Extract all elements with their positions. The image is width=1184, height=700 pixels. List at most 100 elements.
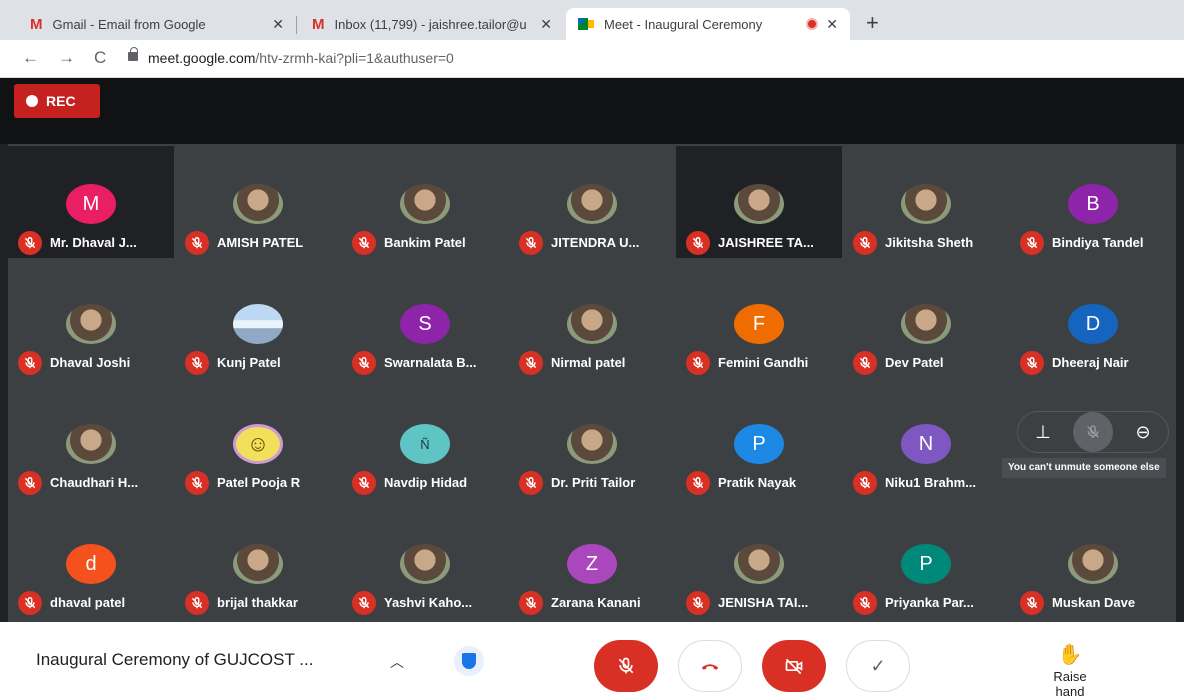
muted-mic-icon — [352, 231, 376, 255]
participant-tile[interactable]: d dhaval patel — [8, 506, 174, 618]
participant-tile[interactable]: Dr. Priti Tailor — [509, 386, 675, 498]
camera-toggle-button[interactable] — [762, 640, 826, 692]
muted-mic-icon — [853, 231, 877, 255]
participant-tile[interactable]: Yashvi Kaho... — [342, 506, 508, 618]
new-tab-button[interactable]: + — [866, 10, 879, 36]
participant-name: Jikitsha Sheth — [885, 235, 974, 250]
muted-mic-icon — [686, 591, 710, 615]
muted-mic-icon — [352, 591, 376, 615]
participant-tile[interactable]: Ñ Navdip Hidad — [342, 386, 508, 498]
present-button[interactable]: ✓ — [846, 640, 910, 692]
pin-icon[interactable]: ⊥ — [1023, 412, 1063, 452]
tab-meet[interactable]: Meet - Inaugural Ceremony ✕ — [566, 8, 850, 40]
muted-mic-icon — [185, 591, 209, 615]
meeting-title[interactable]: Inaugural Ceremony of GUJCOST ... — [36, 650, 313, 670]
bottom-bar: Inaugural Ceremony of GUJCOST ... ︿ ✓ ✋ … — [0, 622, 1184, 700]
close-tab-icon[interactable]: ✕ — [826, 16, 838, 33]
muted-mic-icon — [352, 471, 376, 495]
avatar — [567, 424, 617, 464]
participant-name: Kunj Patel — [217, 355, 281, 370]
participant-tile[interactable]: brijal thakkar — [175, 506, 341, 618]
remove-participant-icon[interactable]: ⊖ — [1123, 412, 1163, 452]
avatar — [233, 304, 283, 344]
mic-toggle-button[interactable] — [594, 640, 658, 692]
participant-tile[interactable]: Bankim Patel — [342, 146, 508, 258]
avatar: M — [66, 184, 116, 224]
participant-name: Dev Patel — [885, 355, 944, 370]
participant-tile[interactable]: F Femini Gandhi — [676, 266, 842, 378]
participant-tile[interactable]: AMISH PATEL — [175, 146, 341, 258]
raise-hand-button[interactable]: ✋ Raise hand — [1038, 642, 1102, 699]
avatar: Ñ — [400, 424, 450, 464]
participant-name: AMISH PATEL — [217, 235, 304, 250]
host-controls-icon[interactable] — [454, 646, 484, 676]
participant-tile[interactable]: S Swarnalata B... — [342, 266, 508, 378]
participant-name: Priyanka Par... — [885, 595, 974, 610]
record-dot-icon — [26, 95, 38, 107]
participant-tile[interactable]: Chaudhari H... — [8, 386, 174, 498]
participant-tile[interactable]: P Pratik Nayak — [676, 386, 842, 498]
participant-name: Zarana Kanani — [551, 595, 641, 610]
participant-tile[interactable]: M Mr. Dhaval J... — [8, 146, 174, 258]
participant-tile[interactable]: JAISHREE TA... — [676, 146, 842, 258]
participant-tile[interactable]: Z Zarana Kanani — [509, 506, 675, 618]
participant-tile[interactable]: JENISHA TAI... — [676, 506, 842, 618]
avatar — [901, 184, 951, 224]
muted-mic-icon — [519, 351, 543, 375]
mic-off-icon — [618, 657, 634, 674]
participant-grid: M Mr. Dhaval J... AMISH PATEL Bankim Patel J… — [8, 144, 1176, 622]
avatar: S — [400, 304, 450, 344]
participant-tile[interactable]: JITENDRA U... — [509, 146, 675, 258]
muted-mic-icon — [1020, 591, 1044, 615]
participant-name: Niku1 Brahm... — [885, 475, 977, 490]
tab-gmail[interactable]: M Gmail - Email from Google ✕ — [18, 8, 296, 40]
participant-tile[interactable]: Nirmal patel — [509, 266, 675, 378]
avatar: D — [1068, 304, 1118, 344]
muted-mic-icon — [519, 231, 543, 255]
forward-arrow-icon[interactable]: → — [58, 48, 75, 68]
mic-off-icon[interactable] — [1073, 412, 1113, 452]
muted-mic-icon — [853, 591, 877, 615]
close-tab-icon[interactable]: ✕ — [272, 16, 284, 33]
participant-tile[interactable]: Muskan Dave — [1010, 506, 1176, 618]
avatar — [901, 304, 951, 344]
avatar: ☺ — [233, 424, 283, 464]
participant-tile[interactable]: N Niku1 Brahm... — [843, 386, 1009, 498]
avatar — [567, 304, 617, 344]
lock-icon — [128, 47, 138, 61]
avatar — [567, 184, 617, 224]
muted-mic-icon — [1020, 231, 1044, 255]
participant-name: Navdip Hidad — [384, 475, 468, 490]
avatar: B — [1068, 184, 1118, 224]
participant-tile[interactable]: Jikitsha Sheth — [843, 146, 1009, 258]
participant-name: Dheeraj Nair — [1052, 355, 1129, 370]
muted-mic-icon — [18, 351, 42, 375]
meet-icon — [578, 18, 594, 30]
participant-tile[interactable]: ☺ Patel Pooja R — [175, 386, 341, 498]
participant-name: Mr. Dhaval J... — [50, 235, 137, 250]
browser-tab-bar: M Gmail - Email from Google ✕ M Inbox (1… — [0, 0, 1184, 40]
muted-mic-icon — [1020, 351, 1044, 375]
gmail-icon: M — [30, 15, 43, 33]
participant-tile[interactable]: P Priyanka Par... — [843, 506, 1009, 618]
avatar — [734, 184, 784, 224]
participant-tile[interactable]: Kunj Patel — [175, 266, 341, 378]
leave-call-button[interactable] — [678, 640, 742, 692]
back-arrow-icon[interactable]: ← — [22, 48, 39, 68]
participant-name: Yashvi Kaho... — [384, 595, 473, 610]
chevron-up-icon[interactable]: ︿ — [390, 652, 404, 672]
participant-tile[interactable]: Dev Patel — [843, 266, 1009, 378]
muted-mic-icon — [686, 471, 710, 495]
avatar — [66, 304, 116, 344]
participant-tile[interactable]: B Bindiya Tandel — [1010, 146, 1176, 258]
participant-name: Pratik Nayak — [718, 475, 797, 490]
muted-mic-icon — [18, 591, 42, 615]
tab-inbox[interactable]: M Inbox (11,799) - jaishree.tailor@u ✕ — [300, 8, 564, 40]
participant-tile[interactable]: Dhaval Joshi — [8, 266, 174, 378]
url-field[interactable]: meet.google.com/htv-zrmh-kai?pli=1&authu… — [148, 50, 454, 66]
close-tab-icon[interactable]: ✕ — [540, 16, 552, 33]
reload-icon[interactable]: C — [94, 48, 106, 68]
participant-name: Patel Pooja R — [217, 475, 301, 490]
avatar — [400, 544, 450, 584]
participant-tile[interactable]: D Dheeraj Nair — [1010, 266, 1176, 378]
